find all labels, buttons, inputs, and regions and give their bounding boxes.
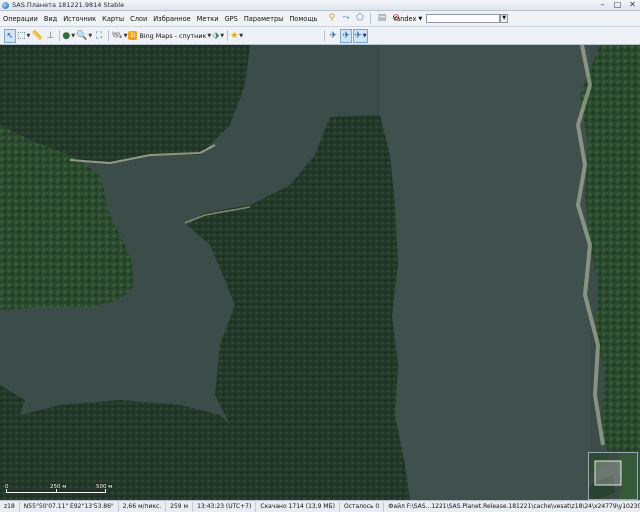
layers-button[interactable]: ⬗ ▼	[212, 29, 224, 43]
fullscreen-icon: ⛶	[96, 30, 103, 41]
magnifier-icon: 🔍	[76, 30, 88, 41]
chevron-down-icon: ▼	[220, 32, 225, 39]
status-remaining: Осталось 0	[340, 501, 385, 512]
gps-track-button[interactable]: ✈	[327, 29, 339, 43]
menu-view[interactable]: Вид	[41, 15, 60, 23]
geocoder-select: Yandex ▼ ▼	[393, 13, 509, 24]
status-bar: z18 N55°50'07.11" E92°13'53.86" 2,66 м/п…	[0, 500, 640, 512]
search-button[interactable]: 🔍 ▼	[76, 29, 92, 43]
placemark-icon[interactable]: ⚲	[326, 13, 337, 24]
close-icon[interactable]: ✕	[628, 1, 637, 9]
menu-maps[interactable]: Карты	[99, 15, 127, 23]
menu-favorites[interactable]: Избранное	[150, 15, 193, 23]
gps-center-button[interactable]: ✈	[340, 28, 353, 43]
ruler-tool-button[interactable]: 📏	[31, 29, 43, 43]
status-altitude: 259 м	[166, 501, 194, 512]
fullscreen-button[interactable]: ⛶	[93, 29, 105, 43]
search-dropdown-icon[interactable]: ▼	[500, 14, 509, 23]
select-area-icon: ⬚	[17, 30, 26, 41]
chevron-down-icon: ▼	[239, 32, 244, 39]
menu-source[interactable]: Источник	[60, 15, 99, 23]
menu-settings[interactable]: Параметры	[241, 15, 287, 23]
toolbar-separator	[59, 30, 61, 41]
menu-bar: Операции Вид Источник Карты Слои Избранн…	[0, 11, 640, 27]
minimize-icon[interactable]: –	[598, 1, 607, 9]
globe-icon: ●	[62, 30, 71, 41]
main-toolbar: ↖ ⬚ ▼ 📏 ⊥ ● ▼ 🔍 ▼ ⛶ 🛰 ▼ b Bing Maps - спутни…	[0, 27, 640, 45]
chevron-down-icon: ▼	[123, 32, 128, 39]
map-source-label: Bing Maps - спутник	[139, 31, 207, 40]
menu-help[interactable]: Помощь	[286, 15, 320, 23]
globe-button[interactable]: ● ▼	[62, 29, 75, 43]
satellite-button[interactable]: 🛰 ▼	[111, 29, 127, 43]
window-controls: – □ ✕	[598, 1, 637, 9]
map-view[interactable]	[0, 45, 640, 500]
gps-icon: ✈	[329, 30, 337, 41]
status-zoom: z18	[0, 501, 20, 512]
toolbar-separator	[370, 13, 372, 24]
calc-line-button[interactable]: ⊥	[44, 29, 56, 43]
status-resolution: 2,66 м/пикс.	[119, 501, 167, 512]
app-globe-icon	[2, 1, 9, 9]
status-coords: N55°50'07.11" E92°13'53.86"	[20, 501, 119, 512]
favorites-button[interactable]: ★ ▼	[230, 29, 243, 43]
chevron-down-icon: ▼	[362, 32, 367, 39]
add-path-icon[interactable]: ⤳	[340, 13, 351, 24]
geocoder-provider[interactable]: Yandex	[393, 15, 416, 23]
search-input[interactable]	[426, 14, 501, 23]
maximize-icon[interactable]: □	[613, 1, 622, 9]
bing-icon: b	[128, 31, 138, 40]
mark-tools: ⚲ ⤳ ⬠ ▤ ⊘	[326, 13, 401, 24]
toolbar-separator	[324, 30, 326, 41]
map-source-button[interactable]: b Bing Maps - спутник ▼	[128, 29, 211, 43]
chevron-down-icon: ▼	[88, 32, 93, 39]
cursor-icon: ↖	[6, 30, 14, 40]
scale-start-label: 0	[5, 484, 9, 490]
gps-follow-button[interactable]: ✈ ▼	[353, 28, 368, 43]
minimap-imagery	[589, 453, 637, 499]
status-time: 13:43:23 (UTC+7)	[193, 501, 257, 512]
satellite-icon: 🛰	[111, 30, 123, 41]
scale-mid-label: 250 м	[50, 484, 67, 490]
marks-list-icon[interactable]: ▤	[376, 13, 387, 24]
title-bar: SAS.Планета 181221.9814 Stable – □ ✕	[0, 0, 640, 11]
chevron-down-icon: ▼	[71, 32, 76, 39]
star-icon: ★	[230, 30, 239, 41]
add-polygon-icon[interactable]: ⬠	[354, 13, 365, 24]
status-downloaded: Скачано 1714 (13,9 МБ)	[256, 501, 340, 512]
pointer-tool-button[interactable]: ↖	[4, 28, 16, 43]
chevron-down-icon: ▼	[26, 32, 31, 39]
minimap-viewport[interactable]	[594, 460, 622, 486]
toolbar-separator	[108, 30, 110, 41]
window-title: SAS.Планета 181221.9814 Stable	[12, 1, 125, 9]
scale-bar: 0 250 м 500 м	[4, 484, 114, 498]
status-file-path: Файл F:\SAS...1221\SAS.Planet.Release.18…	[388, 502, 640, 510]
menu-marks[interactable]: Метки	[194, 15, 222, 23]
menu-gps[interactable]: GPS	[222, 15, 241, 23]
layers-icon: ⬗	[212, 30, 220, 41]
toolbar-separator	[227, 30, 229, 41]
gps-follow-icon: ✈	[354, 30, 362, 41]
gps-center-icon: ✈	[342, 30, 350, 41]
chevron-down-icon: ▼	[207, 32, 212, 39]
provider-chevron-down-icon[interactable]: ▼	[418, 16, 422, 22]
ruler-icon: 📏	[31, 30, 43, 41]
satellite-imagery	[0, 45, 640, 500]
menu-operations[interactable]: Операции	[0, 15, 41, 23]
selection-tool-button[interactable]: ⬚ ▼	[17, 29, 30, 43]
line-tool-icon: ⊥	[46, 30, 55, 41]
menu-layers[interactable]: Слои	[127, 15, 150, 23]
minimap[interactable]	[588, 452, 638, 500]
scale-end-label: 500 м	[96, 484, 113, 490]
